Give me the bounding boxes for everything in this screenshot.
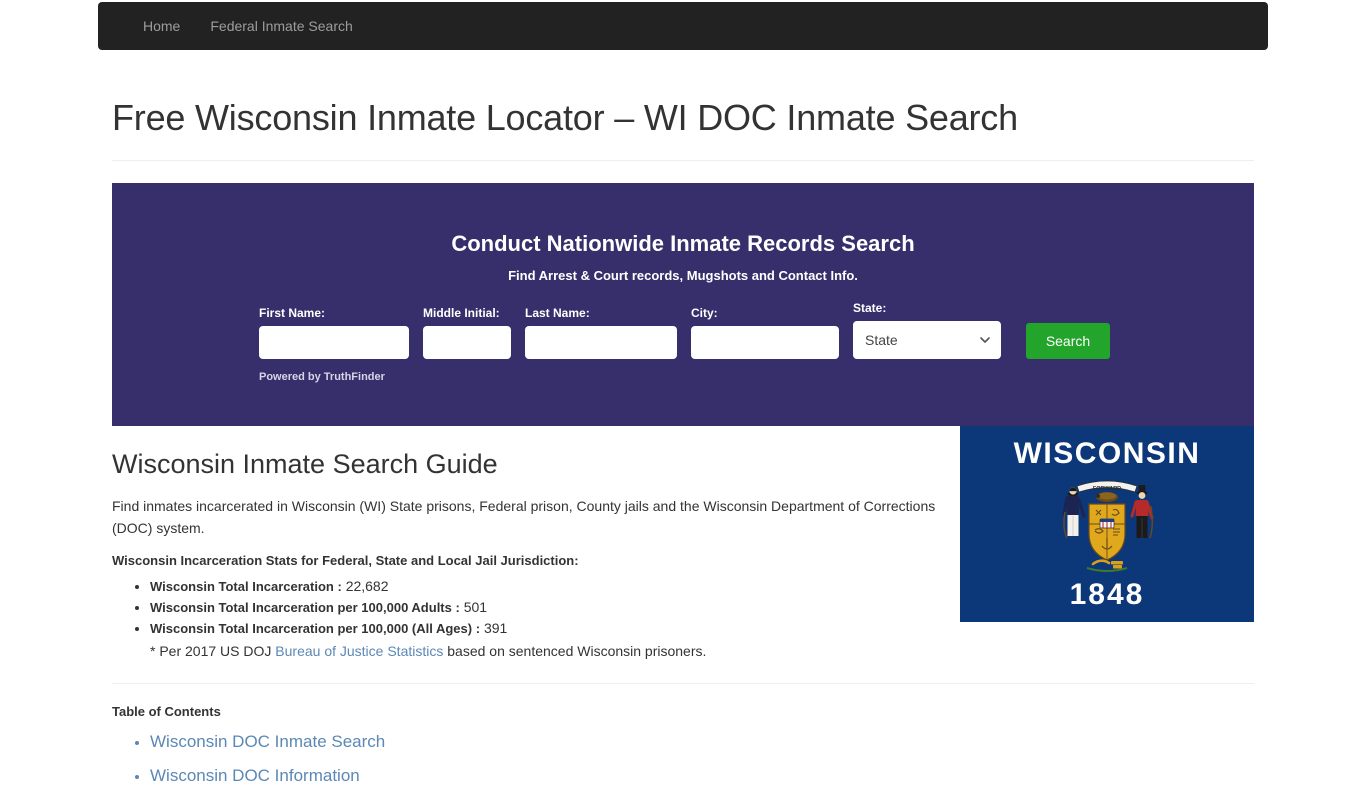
list-item: Wisconsin Total Incarceration per 100,00… — [150, 597, 942, 618]
note-prefix: * Per 2017 US DOJ — [150, 643, 276, 660]
stats-heading: Wisconsin Incarceration Stats for Federa… — [112, 553, 579, 569]
wisconsin-state-flag: WISCONSIN FORWARD 1848 — [960, 425, 1254, 622]
city-input[interactable] — [691, 325, 839, 359]
state-field-group: State: State — [853, 301, 1001, 359]
city-field-group: City: — [691, 306, 839, 359]
title-divider — [112, 159, 1254, 161]
flag-year: 1848 — [1069, 577, 1145, 611]
first-name-label: First Name: — [259, 305, 326, 320]
state-label: State: — [853, 300, 887, 315]
guide-section: Wisconsin Inmate Search Guide Find inmat… — [112, 425, 1254, 662]
middle-initial-input[interactable] — [423, 325, 511, 359]
last-name-field-group: Last Name: — [525, 306, 677, 359]
state-select[interactable]: State — [853, 320, 1001, 359]
note-suffix: based on sentenced Wisconsin prisoners. — [443, 643, 707, 660]
first-name-input[interactable] — [259, 325, 409, 359]
stat-value: 391 — [483, 620, 508, 637]
stat-value: 501 — [463, 599, 488, 616]
search-button[interactable]: Search — [1026, 322, 1110, 359]
stat-value: 22,682 — [345, 578, 389, 595]
navbar-links: Home Federal Inmate Search — [128, 2, 368, 50]
stat-label: Wisconsin Total Incarceration per 100,00… — [150, 600, 460, 616]
guide-intro-paragraph: Find inmates incarcerated in Wisconsin (… — [112, 497, 936, 536]
first-name-field-group: First Name: — [259, 306, 409, 359]
toc-title: Table of Contents — [112, 704, 221, 720]
middle-initial-field-group: Middle Initial: — [423, 306, 511, 359]
incarceration-stats-list: Wisconsin Total Incarceration : 22,682 W… — [112, 576, 942, 661]
nationwide-search-widget: Conduct Nationwide Inmate Records Search… — [112, 182, 1254, 426]
toc-link-wisconsin-doc-information[interactable]: Wisconsin DOC Information — [150, 766, 360, 785]
stat-label: Wisconsin Total Incarceration per 100,00… — [150, 621, 481, 637]
nav-item-federal-inmate-search[interactable]: Federal Inmate Search — [195, 3, 367, 49]
page-title: Free Wisconsin Inmate Locator – WI DOC I… — [112, 97, 1018, 138]
toc-list: Wisconsin DOC Inmate Search Wisconsin DO… — [112, 729, 1254, 788]
nav-item-home[interactable]: Home — [128, 3, 195, 49]
stats-source-note: * Per 2017 US DOJ Bureau of Justice Stat… — [150, 641, 942, 661]
bureau-of-justice-statistics-link[interactable]: Bureau of Justice Statistics — [275, 643, 443, 659]
table-of-contents: Table of Contents Wisconsin DOC Inmate S… — [112, 684, 1254, 788]
toc-link-wisconsin-doc-inmate-search[interactable]: Wisconsin DOC Inmate Search — [150, 732, 385, 751]
widget-subtitle: Find Arrest & Court records, Mugshots an… — [508, 267, 858, 283]
svg-text:FORWARD: FORWARD — [1093, 486, 1121, 492]
guide-text-column: Wisconsin Inmate Search Guide Find inmat… — [112, 448, 942, 662]
list-item: Wisconsin Total Incarceration : 22,682 — [150, 576, 942, 597]
list-item: Wisconsin DOC Information — [150, 763, 1254, 789]
middle-initial-label: Middle Initial: — [423, 305, 500, 320]
last-name-input[interactable] — [525, 325, 677, 359]
widget-title: Conduct Nationwide Inmate Records Search — [451, 230, 915, 256]
wisconsin-coat-of-arms-icon: FORWARD — [1062, 480, 1154, 572]
powered-by-label: Powered by TruthFinder — [259, 370, 385, 383]
flag-state-name: WISCONSIN — [1013, 436, 1201, 470]
guide-title: Wisconsin Inmate Search Guide — [112, 448, 498, 479]
page-container: Free Wisconsin Inmate Locator – WI DOC I… — [98, 50, 1268, 796]
stat-label: Wisconsin Total Incarceration : — [150, 579, 342, 595]
state-select-wrapper: State — [853, 320, 1001, 359]
top-navbar: Home Federal Inmate Search — [98, 2, 1268, 50]
inmate-search-form: First Name: Middle Initial: Last Name: C… — [259, 301, 1110, 359]
list-item: Wisconsin DOC Inmate Search — [150, 729, 1254, 755]
last-name-label: Last Name: — [525, 305, 590, 320]
city-label: City: — [691, 305, 718, 320]
list-item: Wisconsin Total Incarceration per 100,00… — [150, 618, 942, 639]
